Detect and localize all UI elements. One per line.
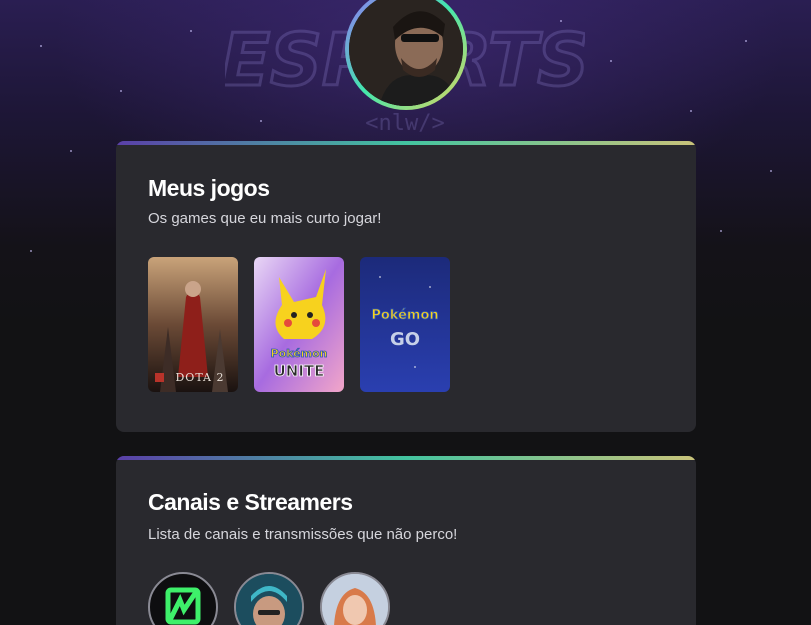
games-card: Meus jogos Os games que eu mais curto jo… (116, 141, 696, 432)
games-title: Meus jogos (148, 175, 270, 201)
channels-card: Canais e Streamers Lista de canais e tra… (116, 456, 696, 625)
channel-avatar-1[interactable] (148, 572, 218, 625)
user-photo-icon (349, 0, 463, 106)
avatar-photo (349, 0, 463, 106)
game-card-pokemon-go[interactable]: Pokémon GO (360, 257, 450, 392)
games-subtitle: Os games que eu mais curto jogar! (148, 210, 382, 227)
streamer-avatar-icon (236, 574, 302, 625)
game-card-dota2[interactable]: DOTA 2 (148, 257, 238, 392)
green-logo-icon (165, 587, 201, 625)
unite-label-bottom: UNITE (274, 362, 325, 380)
unite-label-top: Pokémon (271, 347, 328, 360)
channels-title: Canais e Streamers (148, 489, 353, 515)
go-label-top: Pokémon (371, 308, 438, 323)
game-card-pokemon-unite[interactable]: Pokémon UNITE (254, 257, 344, 392)
go-label-bottom: GO (390, 329, 420, 350)
channels-subtitle: Lista de canais e transmissões que não p… (148, 526, 458, 543)
dota2-label: DOTA 2 (175, 371, 224, 384)
channel-avatar-2[interactable] (234, 572, 304, 625)
channel-avatar-3[interactable] (320, 572, 390, 625)
logo-subtext: <nlw/> (365, 111, 444, 136)
streamer-avatar-icon (322, 574, 388, 625)
